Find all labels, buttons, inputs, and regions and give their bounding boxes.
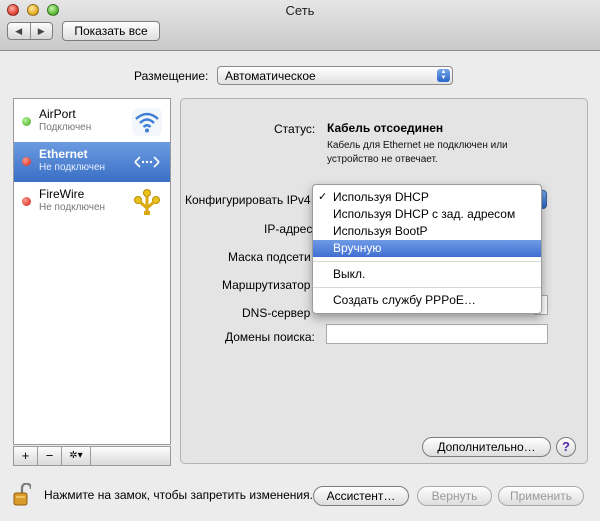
menu-item-bootp[interactable]: Используя BootP xyxy=(313,223,541,240)
service-item-firewire[interactable]: FireWire Не подключен xyxy=(14,182,170,222)
router-label: Маршрутизатор xyxy=(222,278,311,292)
service-status: Не подключен xyxy=(39,162,106,173)
menu-item-manually[interactable]: Вручную xyxy=(313,240,541,257)
location-popup[interactable]: Автоматическое ▲ ▼ xyxy=(217,66,453,85)
menu-item-label: Используя DHCP с зад. адресом xyxy=(333,207,516,221)
status-dot-connected xyxy=(22,117,31,126)
service-item-ethernet[interactable]: Ethernet Не подключен xyxy=(14,142,170,182)
service-item-airport[interactable]: AirPort Подключен xyxy=(14,102,170,142)
menu-item-dhcp[interactable]: ✓ Используя DHCP xyxy=(313,189,541,206)
ip-address-label: IP-адрес xyxy=(264,222,313,236)
location-label: Размещение: xyxy=(134,69,209,83)
menu-item-label: Вручную xyxy=(333,241,382,255)
configure-ipv4-menu: ✓ Используя DHCP Используя DHCP с зад. а… xyxy=(312,184,542,314)
status-label: Статус: xyxy=(274,122,316,136)
configure-ipv4-label: Конфигурировать IPv4 xyxy=(185,193,311,207)
forward-button[interactable]: ▶ xyxy=(31,23,53,39)
menu-separator xyxy=(313,287,541,288)
menu-item-label: Используя DHCP xyxy=(333,190,429,204)
search-domains-field[interactable] xyxy=(326,324,548,344)
checkmark-icon: ✓ xyxy=(318,191,328,203)
dns-server-label: DNS-сервер xyxy=(242,306,311,320)
back-button[interactable]: ◀ xyxy=(8,23,31,39)
service-name: FireWire xyxy=(39,187,85,201)
network-preferences-window: Сеть ◀ ▶ Показать все Размещение: Автома… xyxy=(0,0,600,521)
service-list: AirPort Подключен Ethernet Не подключен … xyxy=(13,98,171,445)
help-button[interactable]: ? xyxy=(556,437,576,457)
menu-item-label: Выкл. xyxy=(333,267,366,281)
advanced-button[interactable]: Дополнительно… xyxy=(422,437,551,457)
assistant-button[interactable]: Ассистент… xyxy=(313,486,409,506)
remove-service-button[interactable]: − xyxy=(37,446,62,466)
window-title: Сеть xyxy=(285,3,315,18)
service-name: Ethernet xyxy=(39,147,88,161)
menu-separator xyxy=(313,261,541,262)
add-service-button[interactable]: + xyxy=(13,446,38,466)
action-gear-button[interactable]: ✲▾ xyxy=(61,446,91,466)
service-status: Подключен xyxy=(39,122,92,133)
menu-item-off[interactable]: Выкл. xyxy=(313,266,541,283)
menu-item-create-pppoe[interactable]: Создать службу PPPoE… xyxy=(313,292,541,309)
location-value: Автоматическое xyxy=(225,69,316,83)
service-name: AirPort xyxy=(39,107,76,121)
search-domains-label: Домены поиска: xyxy=(225,330,315,344)
menu-item-label: Создать службу PPPoE… xyxy=(333,293,476,307)
popup-arrows-icon: ▲ ▼ xyxy=(437,69,450,82)
wifi-icon xyxy=(132,108,162,136)
status-dot-disconnected xyxy=(22,157,31,166)
subnet-mask-label: Маска подсети xyxy=(228,250,311,264)
show-all-button[interactable]: Показать все xyxy=(62,21,160,41)
back-forward-control: ◀ ▶ xyxy=(7,22,53,40)
status-value: Кабель отсоединен xyxy=(327,121,444,135)
status-dot-disconnected xyxy=(22,197,31,206)
title-bar: Сеть ◀ ▶ Показать все xyxy=(0,0,600,51)
lock-open-icon[interactable] xyxy=(13,483,31,507)
service-status: Не подключен xyxy=(39,202,106,213)
apply-button[interactable]: Применить xyxy=(498,486,584,506)
ethernet-icon xyxy=(134,156,160,168)
menu-item-label: Используя BootP xyxy=(333,224,428,238)
status-description: Кабель для Ethernet не подключен или уст… xyxy=(327,140,508,165)
menu-item-dhcp-manual[interactable]: Используя DHCP с зад. адресом xyxy=(313,206,541,223)
sidebar-toolbar-spacer xyxy=(90,446,171,466)
revert-button[interactable]: Вернуть xyxy=(417,486,492,506)
firewire-icon xyxy=(134,189,160,215)
lock-message: Нажмите на замок, чтобы запретить измене… xyxy=(44,488,313,502)
